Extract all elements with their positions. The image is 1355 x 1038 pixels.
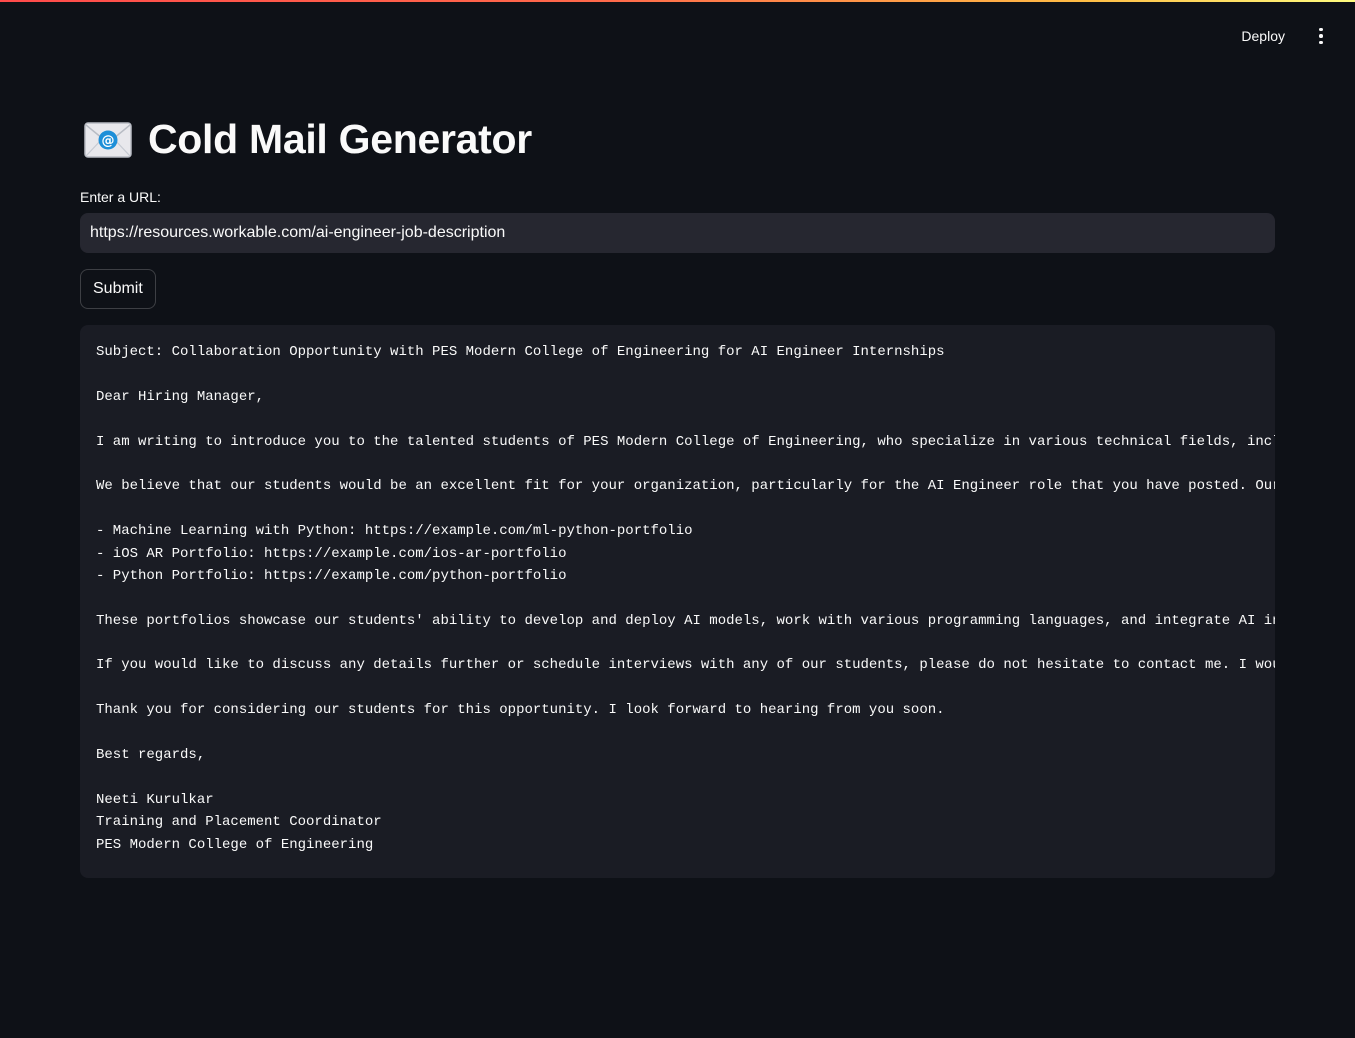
email-line: Thank you for considering our students f… <box>96 702 945 719</box>
email-line: These portfolios showcase our students' … <box>96 612 1275 629</box>
email-line <box>96 677 1275 699</box>
generated-email-text: Subject: Collaboration Opportunity with … <box>96 341 1275 856</box>
url-field-label: Enter a URL: <box>80 189 161 205</box>
email-line: We believe that our students would be an… <box>96 478 1275 495</box>
email-line: Training and Placement Coordinator <box>96 814 382 831</box>
email-line <box>96 453 1275 475</box>
email-line: Subject: Collaboration Opportunity with … <box>96 344 945 360</box>
generated-email-code-block: Subject: Collaboration Opportunity with … <box>80 325 1275 878</box>
page-title: Cold Mail Generator <box>148 116 532 162</box>
email-line: - iOS AR Portfolio: https://example.com/… <box>96 545 567 562</box>
email-line: PES Modern College of Engineering <box>96 836 374 853</box>
submit-button[interactable]: Submit <box>80 269 156 309</box>
title-row: @ Cold Mail Generator <box>84 116 532 163</box>
top-decoration-bar <box>0 0 1355 2</box>
email-line <box>96 363 1275 385</box>
email-line <box>96 632 1275 654</box>
svg-text:@: @ <box>102 133 115 148</box>
email-line: Best regards, <box>96 747 206 764</box>
email-line: I am writing to introduce you to the tal… <box>96 433 1275 450</box>
email-line: If you would like to discuss any details… <box>96 657 1275 674</box>
email-line: Neeti Kurulkar <box>96 791 214 808</box>
email-line <box>96 587 1275 609</box>
deploy-button[interactable]: Deploy <box>1231 22 1295 50</box>
more-vertical-icon[interactable] <box>1309 22 1333 50</box>
email-line <box>96 498 1275 520</box>
email-line <box>96 766 1275 788</box>
url-input[interactable] <box>80 213 1275 253</box>
email-icon: @ <box>84 121 132 158</box>
email-line: - Python Portfolio: https://example.com/… <box>96 567 567 584</box>
email-line: - Machine Learning with Python: https://… <box>96 523 693 540</box>
email-line <box>96 722 1275 744</box>
email-line: Dear Hiring Manager, <box>96 388 265 405</box>
email-line <box>96 408 1275 430</box>
app-header: Deploy <box>1231 22 1333 50</box>
